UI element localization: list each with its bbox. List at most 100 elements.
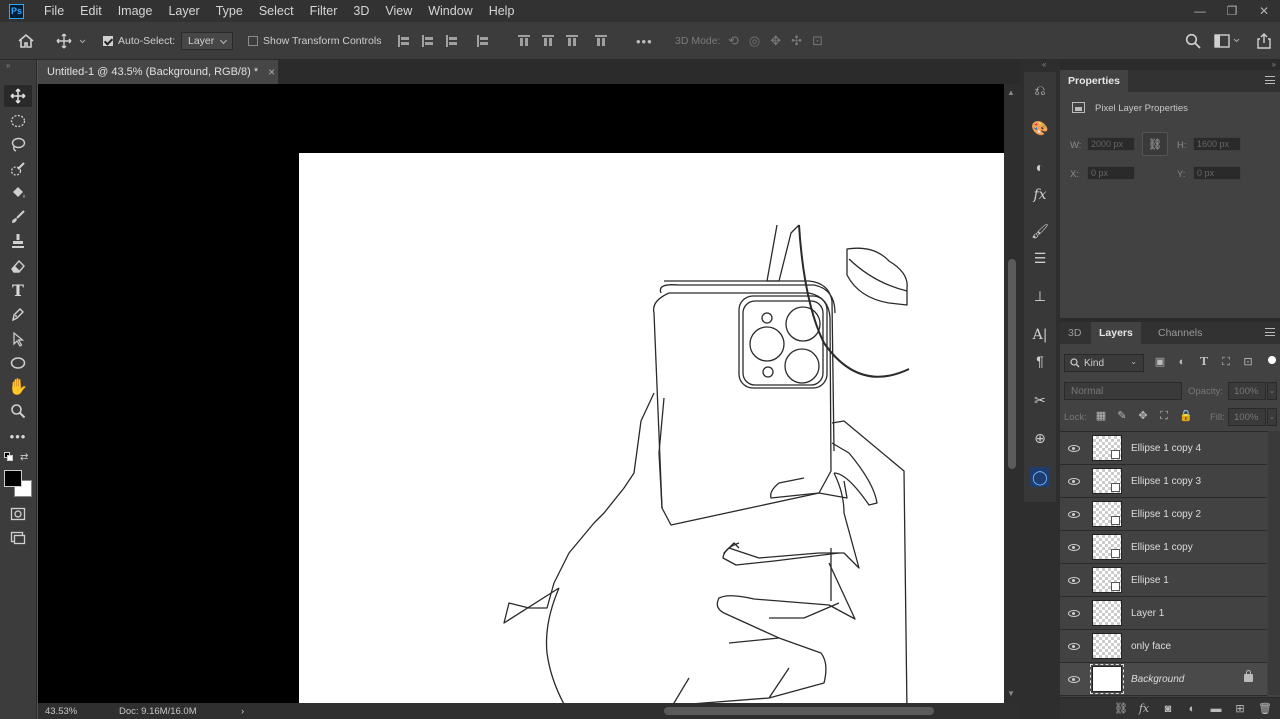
eraser-tool-icon[interactable]: [4, 255, 32, 277]
distribute-vertical-icon[interactable]: [594, 34, 608, 48]
x-field[interactable]: 0 px: [1087, 166, 1135, 180]
menu-layer[interactable]: Layer: [168, 4, 199, 18]
layers-scrollbar[interactable]: [1268, 431, 1280, 695]
distribute-horizontal-icon[interactable]: [476, 34, 490, 48]
quick-mask-icon[interactable]: [4, 503, 32, 525]
layer-row[interactable]: Ellipse 1 copy 4: [1060, 432, 1267, 465]
3d-roll-icon[interactable]: ◎: [749, 33, 760, 49]
pen-tool-icon[interactable]: [4, 303, 32, 325]
align-left-icon[interactable]: [397, 34, 411, 48]
type-tool-icon[interactable]: T: [4, 279, 32, 301]
visibility-eye-icon[interactable]: [1068, 642, 1080, 650]
auto-select-check[interactable]: [103, 36, 113, 46]
filter-shape-icon[interactable]: ⛶: [1220, 356, 1232, 368]
3d-pan-icon[interactable]: ✥: [770, 33, 781, 49]
menu-3d[interactable]: 3D: [353, 4, 369, 18]
align-top-icon[interactable]: [517, 34, 531, 48]
restore-button[interactable]: ❐: [1216, 4, 1248, 18]
show-transform-check[interactable]: [248, 36, 258, 46]
link-dimensions-icon[interactable]: ⛓: [1142, 132, 1168, 156]
fx-icon[interactable]: fx: [1138, 702, 1150, 715]
layer-row[interactable]: Background: [1060, 663, 1267, 696]
layer-row[interactable]: Ellipse 1 copy 2: [1060, 498, 1267, 531]
layer-row[interactable]: Ellipse 1 copy 3: [1060, 465, 1267, 498]
collapse-tools-icon[interactable]: »: [6, 61, 10, 70]
visibility-eye-icon[interactable]: [1068, 477, 1080, 485]
tab-properties[interactable]: Properties: [1060, 70, 1128, 92]
history-icon[interactable]: ⎌: [1030, 80, 1050, 100]
brush-settings-icon[interactable]: 🖌: [1030, 221, 1050, 241]
scroll-down-arrow-icon[interactable]: ▼: [1007, 689, 1015, 698]
filter-smart-object-icon[interactable]: ⊡: [1242, 356, 1254, 368]
filter-type-icon[interactable]: T: [1198, 356, 1210, 368]
default-colors-icon[interactable]: [4, 452, 14, 462]
clone-source-icon[interactable]: ⊥: [1030, 286, 1050, 306]
layer-row[interactable]: Layer 1: [1060, 597, 1267, 630]
filter-toggle-icon[interactable]: [1268, 356, 1276, 364]
layer-name[interactable]: Ellipse 1 copy: [1131, 542, 1193, 553]
home-icon[interactable]: [17, 22, 35, 60]
visibility-eye-icon[interactable]: [1068, 510, 1080, 518]
lock-image-icon[interactable]: ✎: [1116, 410, 1128, 422]
vertical-scrollbar[interactable]: ▲ ▼: [1004, 84, 1020, 703]
swap-colors-icon[interactable]: ⇄: [20, 452, 28, 463]
horizontal-scrollbar[interactable]: [259, 703, 1020, 719]
opacity-field[interactable]: 100%: [1228, 382, 1266, 400]
menu-file[interactable]: File: [44, 4, 64, 18]
align-right-icon[interactable]: [445, 34, 459, 48]
close-window-button[interactable]: ✕: [1248, 4, 1280, 18]
tool-presets-icon[interactable]: ✂: [1030, 390, 1050, 410]
close-document-icon[interactable]: ×: [268, 65, 275, 79]
properties-menu-icon[interactable]: [1265, 76, 1275, 84]
tab-3d[interactable]: 3D: [1068, 322, 1081, 344]
adjustments-icon[interactable]: ◐: [1030, 157, 1050, 177]
visibility-eye-icon[interactable]: [1068, 576, 1080, 584]
menu-type[interactable]: Type: [216, 4, 243, 18]
visibility-eye-icon[interactable]: [1068, 609, 1080, 617]
menu-window[interactable]: Window: [428, 4, 472, 18]
link-icon[interactable]: ⛓: [1114, 703, 1128, 715]
marquee-tool-icon[interactable]: [4, 110, 32, 132]
menu-filter[interactable]: Filter: [310, 4, 338, 18]
filter-adjustment-icon[interactable]: ◐: [1176, 356, 1188, 368]
tab-channels[interactable]: Channels: [1158, 322, 1202, 344]
scroll-up-arrow-icon[interactable]: ▲: [1007, 88, 1015, 97]
navigator-icon[interactable]: ⊕: [1030, 428, 1050, 448]
trash-icon[interactable]: 🗑: [1258, 703, 1272, 715]
edit-toolbar-icon[interactable]: •••: [4, 425, 32, 447]
photoshop-logo-icon[interactable]: Ps: [9, 3, 24, 19]
quick-selection-tool-icon[interactable]: [4, 158, 32, 180]
visibility-eye-icon[interactable]: [1068, 444, 1080, 452]
vertical-scroll-thumb[interactable]: [1008, 259, 1016, 469]
tab-layers[interactable]: Layers: [1091, 322, 1141, 344]
more-options-button[interactable]: •••: [636, 22, 653, 60]
share-icon[interactable]: [1256, 22, 1272, 60]
canvas-area[interactable]: [38, 84, 1004, 703]
status-menu-arrow[interactable]: ›: [241, 706, 259, 717]
3d-scale-icon[interactable]: ⊡: [812, 33, 823, 49]
3d-slide-icon[interactable]: ✣: [791, 33, 802, 49]
auto-select-target-dropdown[interactable]: Layer: [181, 32, 233, 50]
blend-mode-dropdown[interactable]: Normal: [1064, 382, 1182, 400]
hand-tool-icon[interactable]: ✋: [4, 376, 32, 398]
menu-help[interactable]: Help: [489, 4, 515, 18]
filter-kind-dropdown[interactable]: Kind ⌄: [1064, 354, 1144, 372]
visibility-eye-icon[interactable]: [1068, 543, 1080, 551]
path-selection-tool-icon[interactable]: [4, 328, 32, 350]
menu-edit[interactable]: Edit: [80, 4, 102, 18]
ellipse-tool-icon[interactable]: [4, 352, 32, 374]
layer-name[interactable]: only face: [1131, 641, 1171, 652]
search-icon[interactable]: [1185, 22, 1201, 60]
brush-tool-icon[interactable]: [4, 206, 32, 228]
horizontal-scroll-thumb[interactable]: [664, 707, 934, 715]
lock-position-icon[interactable]: ✥: [1137, 410, 1149, 422]
layers-menu-icon[interactable]: [1265, 328, 1275, 336]
auto-select-checkbox[interactable]: Auto-Select:: [103, 22, 175, 60]
color-icon[interactable]: 🎨: [1030, 118, 1050, 138]
layer-lock-icon[interactable]: [1244, 670, 1253, 682]
new-layer-icon[interactable]: ⊞: [1234, 703, 1246, 715]
zoom-level[interactable]: 43.53%: [45, 706, 119, 717]
collapse-panels-icon[interactable]: »: [1272, 60, 1276, 69]
lasso-tool-icon[interactable]: [4, 134, 32, 156]
layer-name[interactable]: Ellipse 1 copy 4: [1131, 443, 1201, 454]
